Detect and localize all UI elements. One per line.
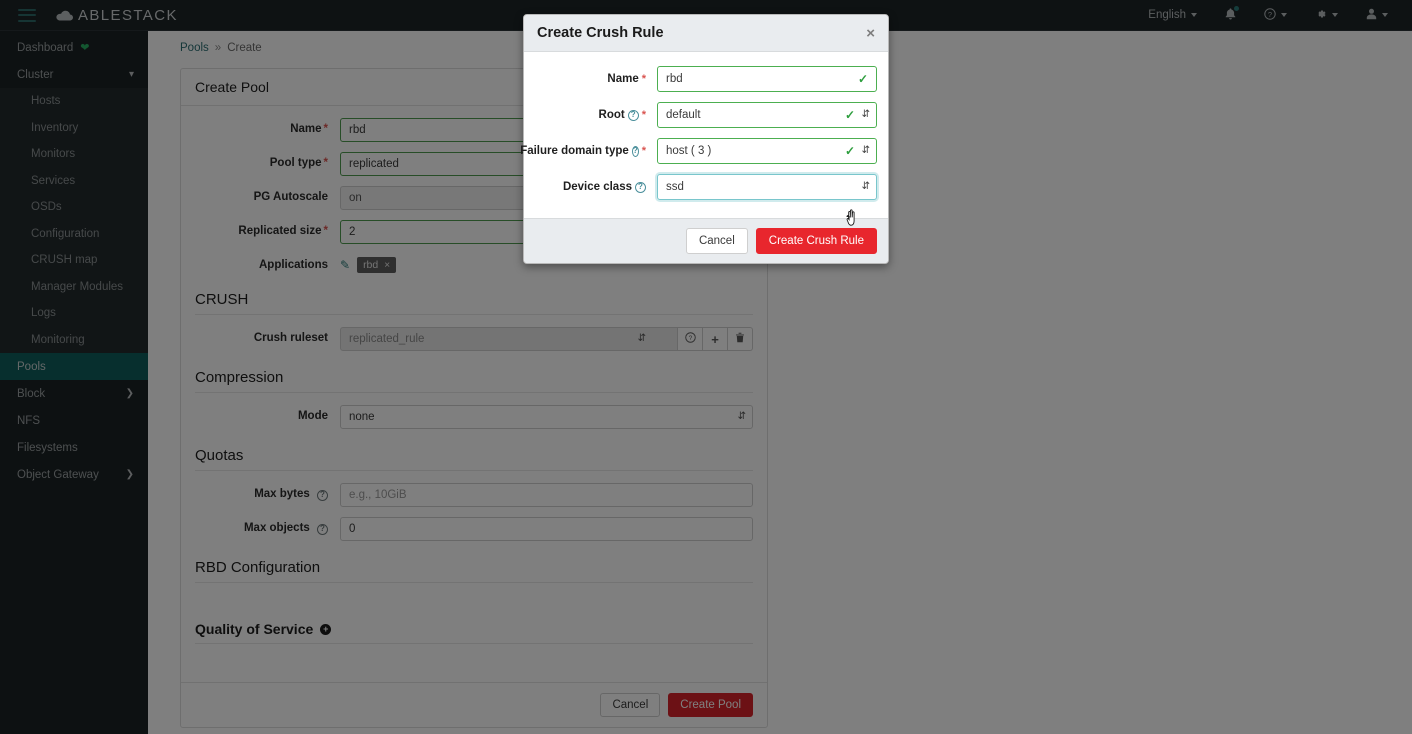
create-crush-rule-button[interactable]: Create Crush Rule: [755, 228, 877, 254]
valid-check-icon: ✓: [844, 144, 855, 158]
question-circle-icon[interactable]: ?: [631, 145, 639, 157]
valid-check-icon: ✓: [844, 108, 855, 122]
crush-device-class-row: Device class ? ssd ⇵: [535, 174, 877, 200]
crush-name-label: Name *: [535, 66, 657, 92]
label-text: Failure domain type: [520, 145, 629, 157]
close-icon[interactable]: ×: [866, 26, 875, 41]
crush-failure-domain-row: Failure domain type ? * host ( 3 ) ✓ ⇵: [520, 138, 877, 164]
label-text: Root: [598, 109, 625, 121]
spinner-arrows-icon: ⇵: [861, 181, 870, 192]
required-marker: *: [641, 108, 646, 121]
crush-name-row: Name * rbd ✓: [535, 66, 877, 92]
crush-root-label: Root ? *: [535, 102, 657, 128]
question-circle-icon[interactable]: ?: [627, 109, 639, 121]
spinner-arrows-icon: ⇵: [861, 109, 870, 120]
crush-device-class-control: ssd ⇵: [657, 174, 877, 200]
modal-cancel-button[interactable]: Cancel: [685, 228, 748, 254]
label-text: Device class: [562, 181, 632, 193]
crush-device-class-label: Device class ?: [535, 174, 657, 200]
crush-failure-domain-label: Failure domain type ? *: [520, 138, 657, 164]
crush-root-row: Root ? * default ✓ ⇵: [535, 102, 877, 128]
required-marker: *: [641, 144, 646, 157]
required-marker: *: [641, 72, 646, 85]
crush-root-control: default ✓ ⇵: [657, 102, 877, 128]
crush-device-class-select[interactable]: ssd: [657, 174, 877, 200]
modal-title: Create Crush Rule: [537, 25, 664, 41]
app-root: ABLESTACK English ?: [0, 0, 1412, 734]
crush-failure-domain-control: host ( 3 ) ✓ ⇵: [657, 138, 877, 164]
modal-header: Create Crush Rule ×: [524, 15, 888, 52]
valid-check-icon: ✓: [857, 72, 868, 86]
modal-body: Name * rbd ✓ Root ? * default ✓ ⇵ Failur…: [520, 52, 888, 218]
spinner-arrows-icon: ⇵: [861, 145, 870, 156]
label-text: Name: [607, 73, 639, 85]
question-circle-icon[interactable]: ?: [635, 181, 646, 193]
create-crush-rule-modal: Create Crush Rule × Name * rbd ✓ Root ? …: [520, 14, 889, 264]
crush-name-control: rbd ✓: [657, 66, 877, 92]
modal-footer: Cancel Create Crush Rule: [524, 218, 888, 263]
crush-name-input[interactable]: rbd: [657, 66, 877, 92]
